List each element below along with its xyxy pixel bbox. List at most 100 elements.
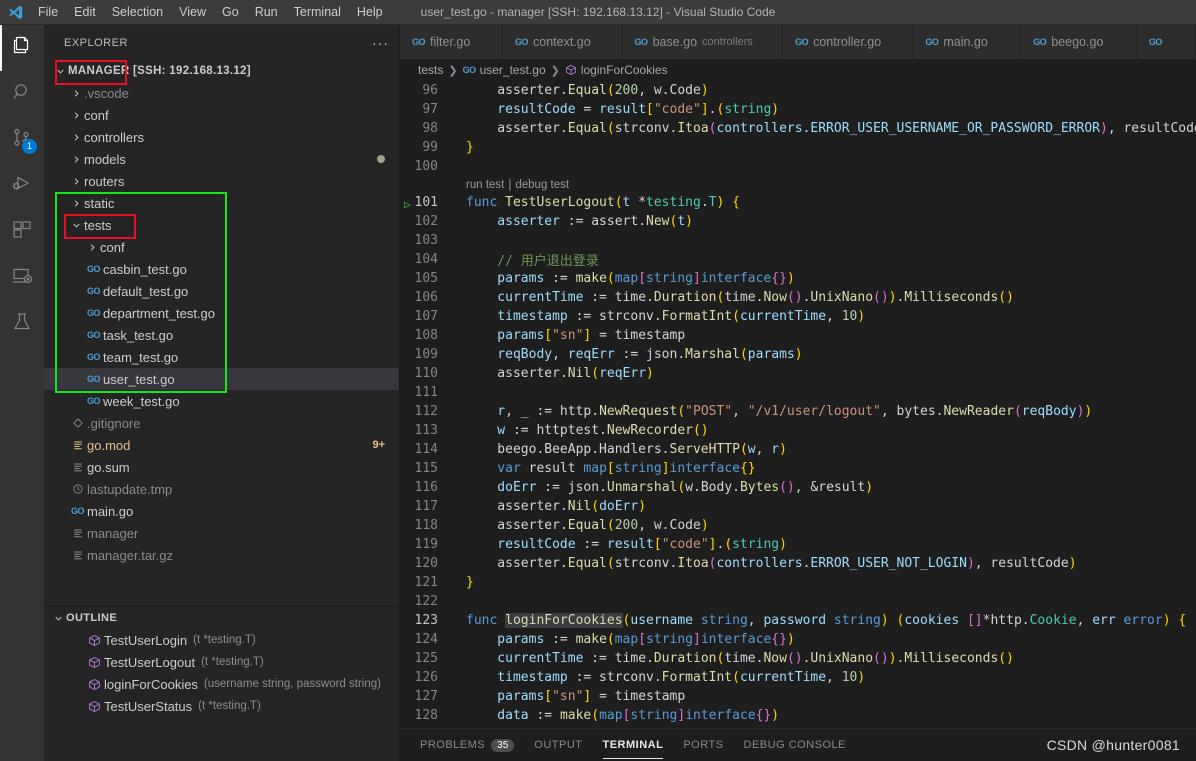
tab-filter-go[interactable]: GO filter.go: [400, 25, 503, 59]
tree-item-department-test-go[interactable]: GO department_test.go: [44, 302, 399, 324]
menu-file[interactable]: File: [30, 2, 66, 22]
codelens-debug-test[interactable]: debug test: [515, 179, 569, 191]
run-test-gutter-icon[interactable]: ▷: [404, 196, 411, 213]
code-line-114[interactable]: 114 beego.BeeApp.Handlers.ServeHTTP(w, r…: [400, 440, 1196, 459]
outline-item-testuserlogout[interactable]: TestUserLogout (t *testing.T): [44, 651, 399, 673]
tab-base-go[interactable]: GO base.go controllers: [622, 25, 784, 59]
tree-item-team-test-go[interactable]: GO team_test.go: [44, 346, 399, 368]
outline-item-loginforcookies[interactable]: loginForCookies (username string, passwo…: [44, 673, 399, 695]
code-line-104[interactable]: 104 // 用户退出登录: [400, 250, 1196, 269]
outline-item-testuserstatus[interactable]: TestUserStatus (t *testing.T): [44, 695, 399, 717]
tree-item-week-test-go[interactable]: GO week_test.go: [44, 390, 399, 412]
panel-tab-terminal[interactable]: TERMINAL: [602, 729, 664, 761]
code-line-108[interactable]: 108 params["sn"] = timestamp: [400, 326, 1196, 345]
tab-context-go[interactable]: GO context.go: [502, 25, 623, 59]
tree-item-gitignore[interactable]: .gitignore: [44, 412, 399, 434]
code-line-116[interactable]: 116 doErr := json.Unmarshal(w.Body.Bytes…: [400, 478, 1196, 497]
code-line-96[interactable]: 96 asserter.Equal(200, w.Code): [400, 81, 1196, 100]
code-content[interactable]: 96 asserter.Equal(200, w.Code) 97 result…: [400, 81, 1196, 728]
menu-view[interactable]: View: [171, 2, 214, 22]
menu-help[interactable]: Help: [349, 2, 391, 22]
tree-item-controllers[interactable]: controllers: [44, 126, 399, 148]
codelens-run-debug[interactable]: run test | debug test: [400, 176, 1196, 193]
code-line-125[interactable]: 125 currentTime := time.Duration(time.No…: [400, 649, 1196, 668]
code-line-113[interactable]: 113 w := httptest.NewRecorder(): [400, 421, 1196, 440]
activity-source-control[interactable]: 1: [0, 117, 44, 163]
code-line-121[interactable]: 121}: [400, 573, 1196, 592]
code-line-99[interactable]: 99}: [400, 138, 1196, 157]
menu-terminal[interactable]: Terminal: [286, 2, 349, 22]
menu-edit[interactable]: Edit: [66, 2, 104, 22]
activity-remote-explorer[interactable]: [0, 255, 44, 301]
tab-bar[interactable]: GO filter.go GO context.go GO base.go co…: [400, 25, 1196, 59]
code-line-110[interactable]: 110 asserter.Nil(reqErr): [400, 364, 1196, 383]
tree-item-tests-conf[interactable]: conf: [44, 236, 399, 258]
tree-item-default-test-go[interactable]: GO default_test.go: [44, 280, 399, 302]
code-line-109[interactable]: 109 reqBody, reqErr := json.Marshal(para…: [400, 345, 1196, 364]
code-line-100[interactable]: 100: [400, 157, 1196, 176]
tab-main-go[interactable]: GO main.go: [913, 25, 1022, 59]
code-line-127[interactable]: 127 params["sn"] = timestamp: [400, 687, 1196, 706]
breadcrumb-item-file[interactable]: GO user_test.go: [463, 63, 546, 77]
tree-item-static[interactable]: static: [44, 192, 399, 214]
code-line-126[interactable]: 126 timestamp := strconv.FormatInt(curre…: [400, 668, 1196, 687]
tree-root-manager[interactable]: MANAGER [SSH: 192.168.13.12]: [44, 60, 399, 82]
tree-item-main-go[interactable]: GO main.go: [44, 500, 399, 522]
tree-item-user-test-go[interactable]: GO user_test.go: [44, 368, 399, 390]
tree-item-conf[interactable]: conf: [44, 104, 399, 126]
code-line-111[interactable]: 111: [400, 383, 1196, 402]
activity-search[interactable]: [0, 71, 44, 117]
tree-item-routers[interactable]: routers: [44, 170, 399, 192]
code-line-101[interactable]: ▷ 101 func TestUserLogout(t *testing.T) {: [400, 193, 1196, 212]
activity-testing[interactable]: [0, 301, 44, 347]
panel-tab-ports[interactable]: PORTS: [683, 729, 723, 761]
tree-item-casbin-test-go[interactable]: GO casbin_test.go: [44, 258, 399, 280]
code-line-123[interactable]: 123 func loginForCookies(username string,…: [400, 611, 1196, 630]
tree-item-go-sum[interactable]: go.sum: [44, 456, 399, 478]
tab-overflow-partial[interactable]: GO: [1136, 25, 1196, 59]
code-line-106[interactable]: 106 currentTime := time.Duration(time.No…: [400, 288, 1196, 307]
panel-tab-debug-console[interactable]: DEBUG CONSOLE: [744, 729, 846, 761]
menu-run[interactable]: Run: [247, 2, 286, 22]
code-line-128[interactable]: 128 data := make(map[string]interface{}): [400, 706, 1196, 725]
code-line-124[interactable]: 124 params := make(map[string]interface{…: [400, 630, 1196, 649]
code-line-105[interactable]: 105 params := make(map[string]interface{…: [400, 269, 1196, 288]
code-line-118[interactable]: 118 asserter.Equal(200, w.Code): [400, 516, 1196, 535]
tree-item-vscode[interactable]: .vscode: [44, 82, 399, 104]
activity-extensions[interactable]: [0, 209, 44, 255]
menu-bar[interactable]: File Edit Selection View Go Run Terminal…: [30, 2, 391, 22]
code-line-120[interactable]: 120 asserter.Equal(strconv.Itoa(controll…: [400, 554, 1196, 573]
outline-item-testuserlogin[interactable]: TestUserLogin (t *testing.T): [44, 629, 399, 651]
code-line-107[interactable]: 107 timestamp := strconv.FormatInt(curre…: [400, 307, 1196, 326]
activity-explorer[interactable]: [0, 25, 44, 71]
code-line-122[interactable]: 122: [400, 592, 1196, 611]
tree-item-manager-tar-gz[interactable]: manager.tar.gz: [44, 544, 399, 566]
tree-item-lastupdate-tmp[interactable]: lastupdate.tmp: [44, 478, 399, 500]
breadcrumb-item-symbol[interactable]: loginForCookies: [565, 63, 668, 77]
file-tree[interactable]: MANAGER [SSH: 192.168.13.12] .vscode con…: [44, 60, 399, 606]
code-line-98[interactable]: 98 asserter.Equal(strconv.Itoa(controlle…: [400, 119, 1196, 138]
tree-item-manager[interactable]: manager: [44, 522, 399, 544]
tree-item-task-test-go[interactable]: GO task_test.go: [44, 324, 399, 346]
tree-item-models[interactable]: models: [44, 148, 399, 170]
more-actions-icon[interactable]: ···: [372, 36, 389, 50]
code-line-103[interactable]: 103: [400, 231, 1196, 250]
tab-controller-go[interactable]: GO controller.go: [783, 25, 914, 59]
breadcrumb[interactable]: tests ❯ GO user_test.go ❯ loginForCookie…: [400, 59, 1196, 81]
menu-selection[interactable]: Selection: [104, 2, 171, 22]
tree-item-go-mod[interactable]: go.mod 9+: [44, 434, 399, 456]
tree-item-tests[interactable]: tests: [44, 214, 399, 236]
breadcrumb-item-folder[interactable]: tests: [418, 63, 443, 77]
code-line-112[interactable]: 112 r, _ := http.NewRequest("POST", "/v1…: [400, 402, 1196, 421]
code-line-97[interactable]: 97 resultCode = result["code"].(string): [400, 100, 1196, 119]
code-line-117[interactable]: 117 asserter.Nil(doErr): [400, 497, 1196, 516]
panel-tab-output[interactable]: OUTPUT: [534, 729, 582, 761]
outline-header[interactable]: OUTLINE: [44, 607, 399, 629]
activity-run-and-debug[interactable]: [0, 163, 44, 209]
menu-go[interactable]: Go: [214, 2, 247, 22]
codelens-run-test[interactable]: run test: [466, 179, 504, 191]
code-line-102[interactable]: 102 asserter := assert.New(t): [400, 212, 1196, 231]
code-editor[interactable]: 96 asserter.Equal(200, w.Code) 97 result…: [400, 81, 1196, 728]
panel-tab-problems[interactable]: PROBLEMS 35: [420, 729, 515, 761]
code-line-119[interactable]: 119 resultCode := result["code"].(string…: [400, 535, 1196, 554]
